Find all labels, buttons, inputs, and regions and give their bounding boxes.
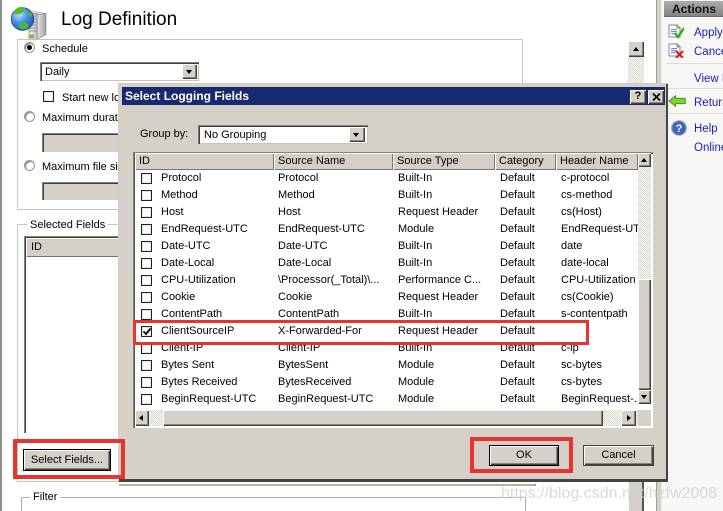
svg-text:?: ? xyxy=(676,123,683,135)
